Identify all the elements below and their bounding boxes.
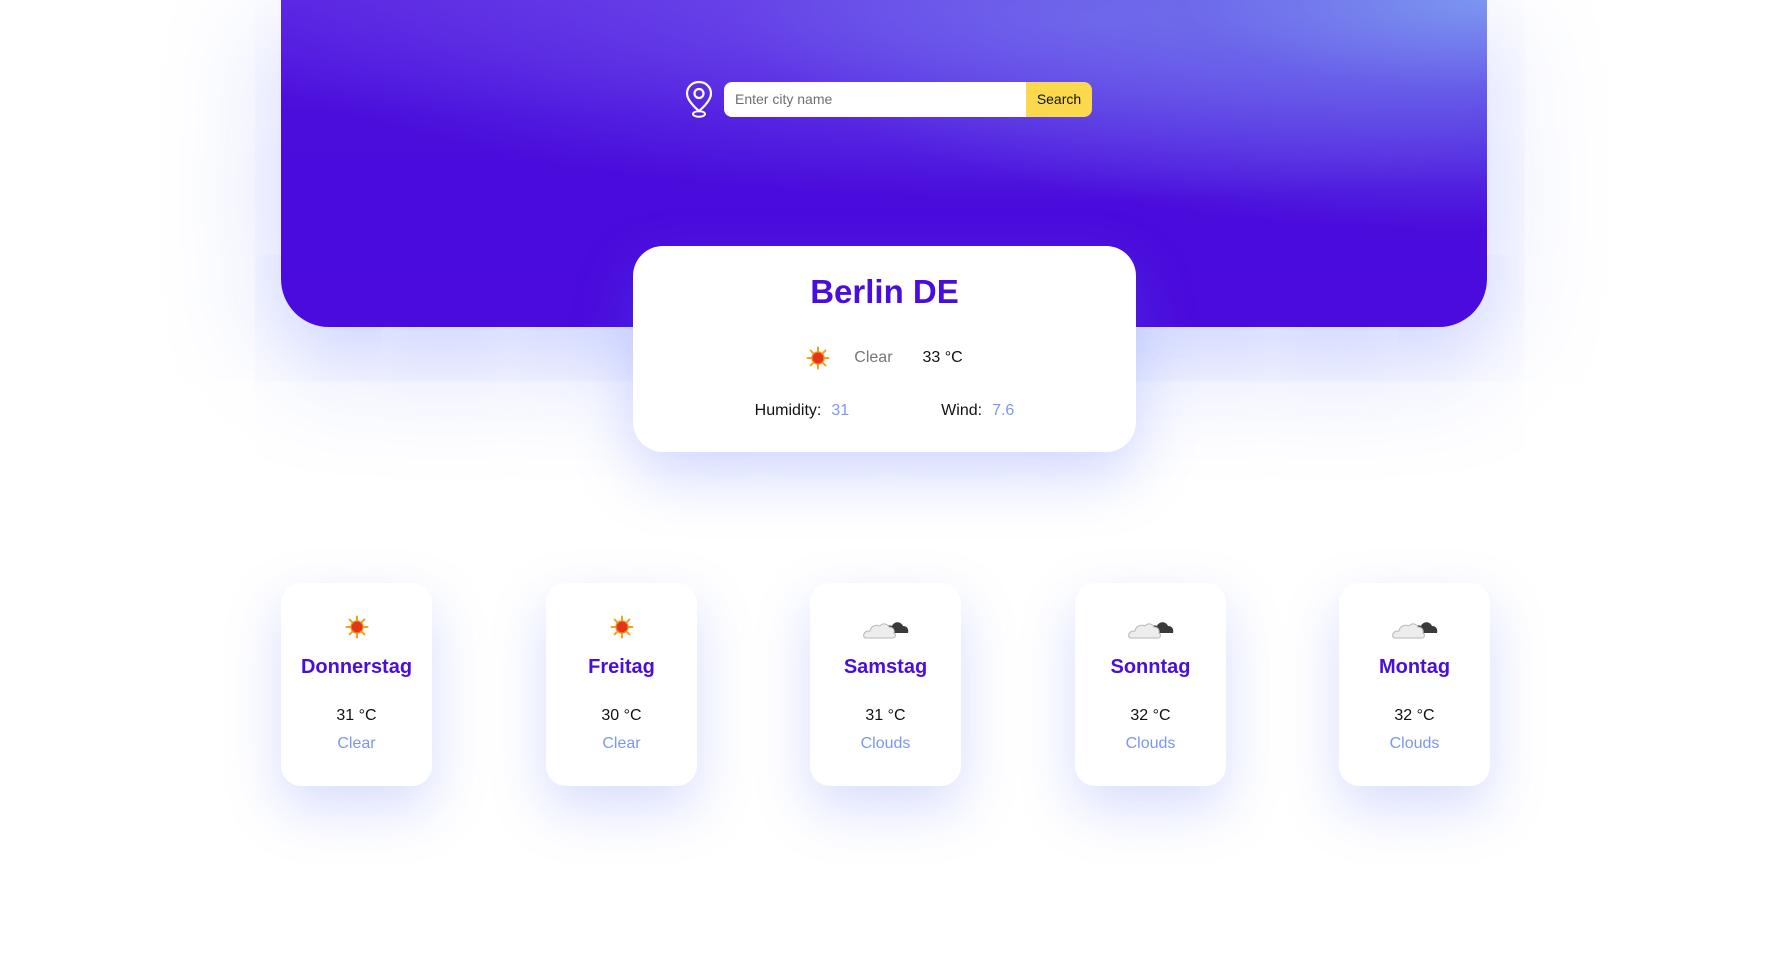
search-input[interactable] — [724, 81, 1026, 117]
forecast-card: Samstag 31 °C Clouds — [810, 583, 961, 786]
forecast-day: Montag — [1378, 656, 1451, 678]
current-conditions: Clear 33 °C — [633, 346, 1136, 370]
forecast-condition: Clouds — [860, 735, 911, 752]
humidity-detail: Humidity: 31 — [755, 402, 849, 420]
humidity-value: 31 — [831, 402, 850, 419]
forecast-card: Sonntag 32 °C Clouds — [1075, 583, 1226, 786]
forecast-temperature: 30 °C — [601, 707, 642, 724]
forecast-card: Montag 32 °C Clouds — [1339, 583, 1490, 786]
forecast-condition: Clear — [602, 735, 641, 752]
forecast-condition: Clear — [337, 735, 376, 752]
search-button[interactable]: Search — [1026, 81, 1092, 117]
forecast-temperature: 32 °C — [1394, 707, 1435, 724]
humidity-label: Humidity: — [754, 402, 822, 419]
forecast-day: Samstag — [843, 656, 928, 678]
forecast-day: Donnerstag — [300, 656, 413, 678]
wind-label: Wind: — [941, 402, 983, 419]
forecast-temperature: 31 °C — [336, 707, 377, 724]
cloud-icon — [1127, 622, 1173, 639]
forecast-day: Sonntag — [1110, 656, 1191, 678]
forecast-day: Freitag — [588, 656, 655, 678]
wind-value: 7.6 — [992, 402, 1015, 419]
sun-icon — [806, 346, 830, 370]
city-name: Berlin DE — [810, 273, 959, 310]
location-pin-icon[interactable] — [682, 79, 716, 119]
search-bar: Search — [682, 79, 1092, 119]
weather-details: Humidity: 31 Wind: 7.6 — [633, 402, 1136, 420]
forecast-temperature: 31 °C — [865, 707, 906, 724]
forecast-card: Donnerstag 31 °C Clear — [281, 583, 432, 786]
forecast-card: Freitag 30 °C Clear — [546, 583, 697, 786]
forecast-condition: Clouds — [1389, 735, 1440, 752]
forecast-temperature: 32 °C — [1130, 707, 1171, 724]
sun-icon — [610, 615, 633, 639]
current-weather-card: Berlin DE Clear 33 °C Humidity: 31 Wind:… — [633, 246, 1136, 452]
weather-app: Search Berlin DE Clear 33 °C Humidity: 3… — [0, 0, 1773, 957]
wind-detail: Wind: 7.6 — [941, 402, 1014, 420]
current-condition: Clear — [854, 349, 893, 366]
forecast-condition: Clouds — [1125, 735, 1176, 752]
current-temperature: 33 °C — [922, 349, 963, 366]
cloud-icon — [862, 622, 908, 639]
cloud-icon — [1391, 622, 1437, 639]
sun-icon — [345, 615, 368, 639]
